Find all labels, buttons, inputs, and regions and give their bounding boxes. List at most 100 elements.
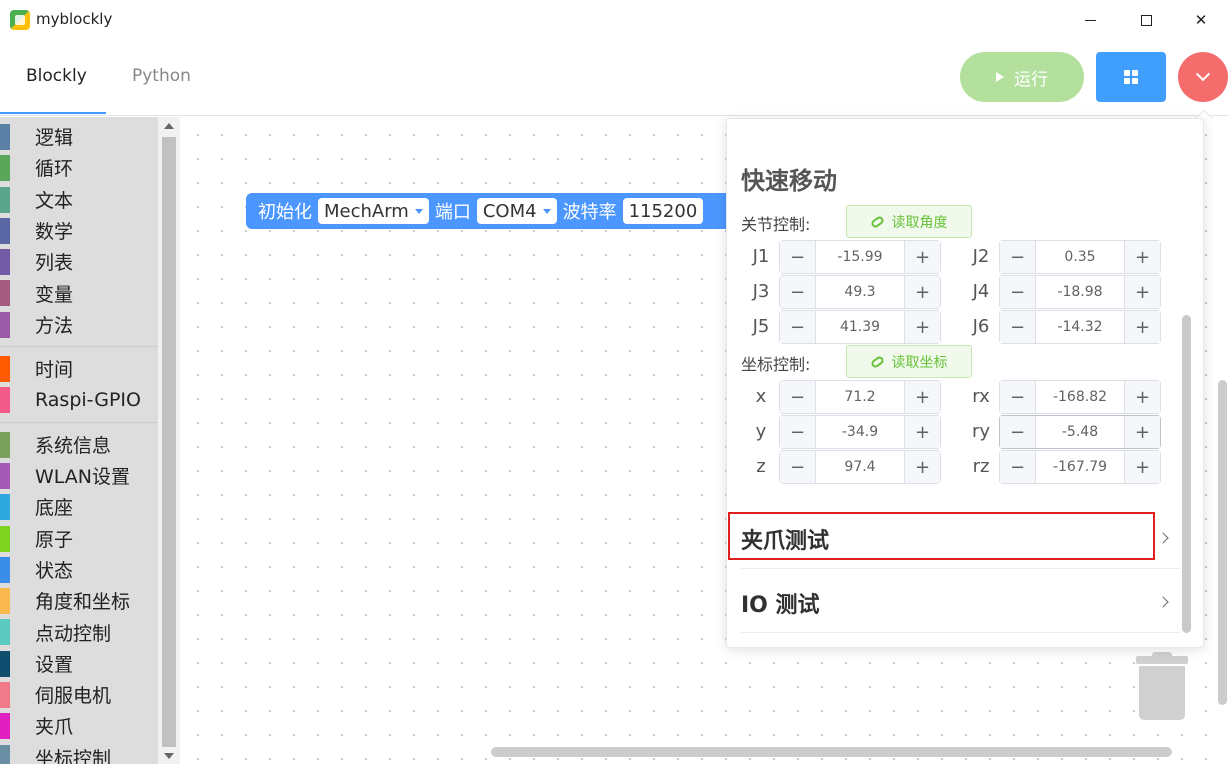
coord-stepper[interactable]: − -34.9 + [779, 415, 941, 449]
toolbox-category[interactable]: 循环 [0, 152, 158, 183]
panel-scrollbar[interactable] [1182, 315, 1191, 633]
decrement-button[interactable]: − [780, 311, 816, 343]
port-dropdown[interactable]: COM4 [476, 198, 557, 224]
read-coords-button[interactable]: 读取坐标 [846, 345, 972, 378]
close-button[interactable]: ✕ [1173, 0, 1229, 40]
toolbox-category[interactable]: 变量 [0, 277, 158, 308]
stepper-value-input[interactable]: 49.3 [816, 276, 904, 308]
toolbox-category[interactable]: 坐标控制 [0, 742, 158, 764]
grid-menu-button[interactable] [1096, 52, 1166, 102]
init-block[interactable]: 初始化 MechArm 端口 COM4 波特率 115200 [246, 193, 726, 229]
category-color-swatch [0, 249, 10, 276]
increment-button[interactable]: + [1124, 416, 1160, 448]
decrement-button[interactable]: − [1000, 416, 1036, 448]
increment-button[interactable]: + [904, 311, 940, 343]
toolbox-category[interactable]: 夹爪 [0, 710, 158, 741]
toolbox-category[interactable]: 逻辑 [0, 121, 158, 152]
toolbox-category[interactable]: Raspi-GPIO [0, 384, 158, 415]
stepper-value-input[interactable]: -15.99 [816, 241, 904, 273]
decrement-button[interactable]: − [1000, 311, 1036, 343]
decrement-button[interactable]: − [780, 276, 816, 308]
category-color-swatch [0, 588, 10, 615]
increment-button[interactable]: + [904, 276, 940, 308]
increment-button[interactable]: + [1124, 381, 1160, 413]
toolbox-scrollbar[interactable] [158, 117, 180, 764]
toolbox-category[interactable]: 方法 [0, 309, 158, 340]
category-color-swatch [0, 431, 10, 458]
increment-button[interactable]: + [1124, 276, 1160, 308]
toolbox-category[interactable]: 设置 [0, 648, 158, 679]
decrement-button[interactable]: − [1000, 381, 1036, 413]
minimize-button[interactable] [1062, 0, 1118, 40]
increment-button[interactable]: + [1124, 311, 1160, 343]
scroll-down-icon[interactable] [164, 753, 174, 759]
toolbox-category[interactable]: 状态 [0, 554, 158, 585]
coord-stepper[interactable]: −71.2 + [779, 380, 941, 414]
workspace-horizontal-scrollbar[interactable] [491, 747, 1172, 757]
window-title: myblockly [36, 10, 113, 28]
tab-python[interactable]: Python [132, 66, 191, 86]
model-dropdown[interactable]: MechArm [318, 198, 429, 224]
toolbox-category[interactable]: 数学 [0, 215, 158, 246]
increment-button[interactable]: + [904, 241, 940, 273]
coord-stepper[interactable]: −97.4 + [779, 450, 941, 484]
read-angles-button[interactable]: 读取角度 [846, 205, 972, 238]
coord-stepper[interactable]: − -5.48 + [999, 415, 1161, 449]
stepper-value-input[interactable]: 97.4 [816, 451, 904, 483]
tab-blockly[interactable]: Blockly [26, 66, 87, 86]
toolbox-category[interactable]: 底座 [0, 491, 158, 522]
stepper-value-input[interactable]: -168.82 [1036, 381, 1124, 413]
stepper-value-input[interactable]: 71.2 [816, 381, 904, 413]
category-label: 时间 [35, 359, 74, 382]
close-icon: ✕ [1194, 11, 1208, 29]
increment-button[interactable]: + [904, 416, 940, 448]
decrement-button[interactable]: − [780, 451, 816, 483]
stepper-value-input[interactable]: -34.9 [816, 416, 904, 448]
increment-button[interactable]: + [904, 381, 940, 413]
stepper-value-input[interactable]: -18.98 [1036, 276, 1124, 308]
stepper-value-input[interactable]: -5.48 [1036, 416, 1124, 448]
toolbox-category[interactable]: WLAN设置 [0, 460, 158, 491]
decrement-button[interactable]: − [780, 416, 816, 448]
toolbox-category[interactable]: 伺服电机 [0, 679, 158, 710]
toolbox-scroll-thumb[interactable] [162, 137, 176, 747]
joint-stepper[interactable]: − -14.32 + [999, 310, 1161, 344]
stepper-value-input[interactable]: 41.39 [816, 311, 904, 343]
workspace-vertical-scrollbar[interactable] [1218, 380, 1227, 705]
read-angles-label: 读取角度 [891, 214, 948, 231]
coord-stepper[interactable]: − -168.82 + [999, 380, 1161, 414]
decrement-button[interactable]: − [1000, 451, 1036, 483]
run-button[interactable]: 运行 [960, 52, 1084, 102]
toolbox-category[interactable]: 文本 [0, 184, 158, 215]
coord-stepper[interactable]: − -167.79 + [999, 450, 1161, 484]
maximize-icon [1140, 14, 1152, 26]
toolbox-category[interactable]: 原子 [0, 523, 158, 554]
decrement-button[interactable]: − [1000, 276, 1036, 308]
stepper-value-input[interactable]: -167.79 [1036, 451, 1124, 483]
toolbox-category[interactable]: 点动控制 [0, 616, 158, 647]
increment-button[interactable]: + [904, 451, 940, 483]
dropdown-toggle-button[interactable] [1178, 52, 1228, 102]
joint-stepper[interactable]: −49.3 + [779, 275, 941, 309]
trash-icon[interactable] [1136, 652, 1188, 722]
maximize-button[interactable] [1118, 0, 1174, 40]
joint-stepper[interactable]: − -15.99 + [779, 240, 941, 274]
decrement-button[interactable]: − [780, 241, 816, 273]
baud-field[interactable]: 115200 [622, 198, 704, 224]
toolbox-category[interactable]: 角度和坐标 [0, 585, 158, 616]
stepper-value-input[interactable]: -14.32 [1036, 311, 1124, 343]
scroll-up-icon[interactable] [164, 123, 174, 129]
joint-stepper[interactable]: −0.35 + [999, 240, 1161, 274]
toolbox-category[interactable]: 系统信息 [0, 429, 158, 460]
increment-button[interactable]: + [1124, 241, 1160, 273]
toolbox-category[interactable]: 时间 [0, 353, 158, 384]
run-button-label: 运行 [1014, 69, 1048, 90]
toolbox-category[interactable]: 列表 [0, 246, 158, 277]
io-test-section[interactable]: IO 测试 [741, 573, 1181, 633]
decrement-button[interactable]: − [1000, 241, 1036, 273]
increment-button[interactable]: + [1124, 451, 1160, 483]
stepper-value-input[interactable]: 0.35 [1036, 241, 1124, 273]
joint-stepper[interactable]: −41.39 + [779, 310, 941, 344]
joint-stepper[interactable]: − -18.98 + [999, 275, 1161, 309]
decrement-button[interactable]: − [780, 381, 816, 413]
